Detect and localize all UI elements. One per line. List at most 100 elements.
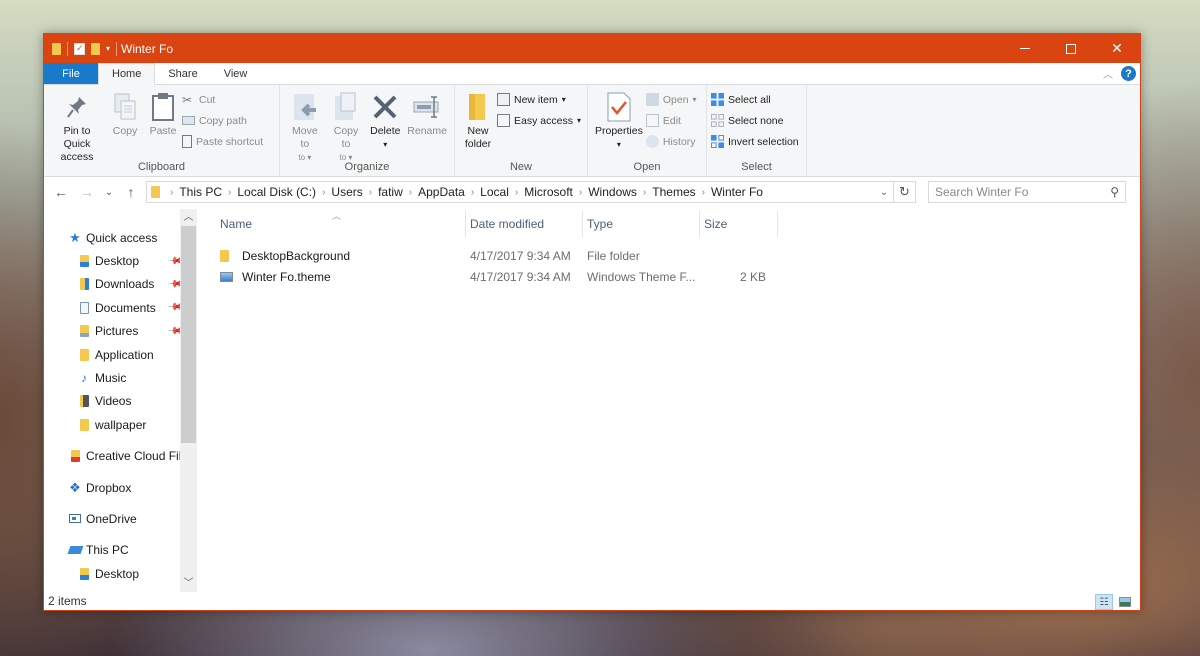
column-date-modified[interactable]: Date modified	[466, 211, 583, 237]
tab-view[interactable]: View	[211, 63, 261, 84]
minimize-button[interactable]	[1002, 34, 1048, 63]
creative-cloud-icon	[68, 449, 82, 463]
breadcrumb-winter-fo[interactable]: Winter Fo	[711, 185, 763, 199]
tab-file[interactable]: File	[44, 63, 98, 84]
breadcrumb-themes[interactable]: Themes	[652, 185, 695, 199]
navigation-pane: ★ Quick access Desktop 📌 Downloads 📌 Doc…	[44, 209, 197, 592]
tab-share[interactable]: Share	[155, 63, 210, 84]
scroll-up-arrow[interactable]: ︿	[180, 209, 197, 226]
desktop-folder-icon	[77, 254, 91, 268]
breadcrumb-users[interactable]: Users	[331, 185, 362, 199]
chevron-right-icon[interactable]: ›	[579, 187, 582, 198]
computer-icon	[67, 543, 83, 557]
item-count: 2 items	[48, 594, 87, 608]
new-folder-icon	[462, 91, 494, 123]
nav-item-pictures[interactable]: Pictures 📌	[44, 320, 197, 343]
breadcrumb-appdata[interactable]: AppData	[418, 185, 465, 199]
address-history-dropdown[interactable]: ⌄	[875, 187, 893, 198]
clipboard-label: Clipboard	[137, 161, 186, 173]
edit-button[interactable]: Edit	[645, 111, 697, 130]
select-label: Select	[741, 161, 772, 173]
forward-button[interactable]: →	[76, 184, 98, 200]
cut-button[interactable]: ✂ Cut	[182, 90, 263, 109]
move-to-icon	[289, 91, 321, 123]
nav-item-downloads[interactable]: Downloads 📌	[44, 273, 197, 296]
nav-item-documents[interactable]: Documents 📌	[44, 296, 197, 319]
easy-access-button[interactable]: Easy access ▾	[497, 111, 581, 130]
maximize-button[interactable]	[1048, 34, 1094, 63]
customize-qat-dropdown[interactable]: ▾	[106, 44, 110, 53]
downloads-folder-icon	[77, 277, 91, 291]
navigation-scrollbar[interactable]: ︿ ﹀	[180, 209, 197, 592]
navigation-bar: ← → ⌄ ↑ › This PC › Local Disk (C:) › User…	[44, 177, 1140, 207]
paste-shortcut-button[interactable]: Paste shortcut	[182, 132, 263, 151]
help-button[interactable]: ?	[1121, 66, 1136, 81]
open-button[interactable]: Open ▾	[645, 90, 697, 109]
history-button[interactable]: History	[645, 132, 697, 151]
nav-this-pc[interactable]: This PC	[44, 539, 197, 562]
breadcrumb-microsoft[interactable]: Microsoft	[524, 185, 573, 199]
organize-label: Organize	[344, 161, 390, 173]
scroll-down-arrow[interactable]: ﹀	[180, 575, 197, 592]
select-all-button[interactable]: Select all	[711, 90, 799, 109]
chevron-right-icon[interactable]: ›	[643, 187, 646, 198]
large-icons-view-button[interactable]	[1116, 594, 1134, 610]
chevron-right-icon[interactable]: ›	[322, 187, 325, 198]
refresh-button[interactable]: ↻	[893, 182, 915, 202]
back-button[interactable]: ←	[50, 184, 72, 200]
scrollbar-thumb[interactable]	[181, 226, 196, 443]
ribbon-tabs: File Home Share View ︿ ?	[44, 63, 1140, 85]
select-group: Select all Select none Invert selection …	[707, 85, 807, 176]
address-bar[interactable]: › This PC › Local Disk (C:) › Users › fatiw…	[146, 181, 916, 203]
pictures-folder-icon	[77, 324, 91, 338]
chevron-right-icon[interactable]: ›	[515, 187, 518, 198]
close-button[interactable]: ✕	[1094, 34, 1140, 63]
copy-path-button[interactable]: Copy path	[182, 111, 263, 130]
nav-item-music[interactable]: ♪ Music	[44, 366, 197, 389]
star-icon: ★	[69, 229, 81, 245]
file-date: 4/17/2017 9:34 AM	[470, 248, 571, 263]
onedrive-icon	[68, 512, 82, 526]
column-type[interactable]: Type	[583, 211, 700, 237]
chevron-right-icon[interactable]: ›	[471, 187, 474, 198]
tab-home[interactable]: Home	[98, 63, 156, 85]
breadcrumb-local[interactable]: Local	[480, 185, 509, 199]
clipboard-group: Pin to Quick access Copy Paste ✂ Cut Copy…	[44, 85, 280, 176]
breadcrumb-fatiw[interactable]: fatiw	[378, 185, 403, 199]
chevron-right-icon[interactable]: ›	[170, 187, 173, 198]
file-row[interactable]: Winter Fo.theme 4/17/2017 9:34 AM Window…	[197, 266, 1140, 287]
chevron-right-icon[interactable]: ›	[228, 187, 231, 198]
details-view-button[interactable]: ☷	[1095, 594, 1113, 610]
chevron-right-icon[interactable]: ›	[409, 187, 412, 198]
copy-to-icon	[330, 91, 362, 123]
search-input[interactable]: Search Winter Fo ⚲	[928, 181, 1126, 203]
nav-dropbox[interactable]: ❖ Dropbox	[44, 476, 197, 499]
invert-selection-button[interactable]: Invert selection	[711, 132, 799, 151]
select-none-button[interactable]: Select none	[711, 111, 799, 130]
open-label: Open	[633, 161, 661, 173]
nav-onedrive[interactable]: OneDrive	[44, 507, 197, 530]
new-item-button[interactable]: New item ▾	[497, 90, 581, 109]
nav-item-videos[interactable]: Videos	[44, 390, 197, 413]
nav-item-application[interactable]: Application	[44, 343, 197, 366]
nav-creative-cloud[interactable]: Creative Cloud Files	[44, 445, 197, 468]
column-size[interactable]: Size	[700, 211, 778, 237]
nav-item-desktop[interactable]: Desktop 📌	[44, 249, 197, 272]
properties-qat-button[interactable]	[74, 42, 85, 55]
file-row[interactable]: DesktopBackground 4/17/2017 9:34 AM File…	[197, 245, 1140, 266]
new-folder-qat-button[interactable]	[91, 42, 100, 55]
chevron-right-icon[interactable]: ›	[369, 187, 372, 198]
window-title: Winter Fo	[121, 41, 174, 56]
divider	[67, 41, 68, 56]
recent-locations-button[interactable]: ⌄	[102, 187, 116, 198]
collapse-ribbon-button[interactable]: ︿	[1103, 66, 1113, 81]
breadcrumb-this-pc[interactable]: This PC	[179, 185, 222, 199]
up-button[interactable]: ↑	[120, 184, 142, 200]
nav-item-wallpaper[interactable]: wallpaper	[44, 413, 197, 436]
nav-this-pc-desktop[interactable]: Desktop	[44, 562, 197, 585]
breadcrumb-local-disk[interactable]: Local Disk (C:)	[237, 185, 316, 199]
chevron-right-icon[interactable]: ›	[702, 187, 705, 198]
folder-icon	[77, 418, 91, 432]
breadcrumb-windows[interactable]: Windows	[588, 185, 637, 199]
nav-quick-access[interactable]: ★ Quick access	[44, 226, 197, 249]
